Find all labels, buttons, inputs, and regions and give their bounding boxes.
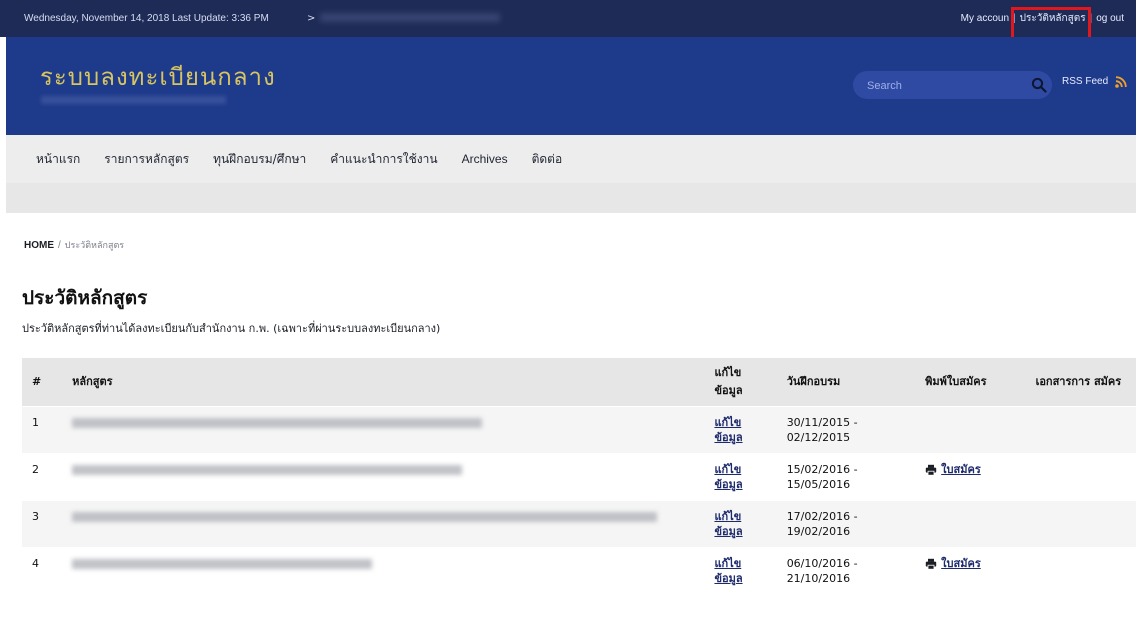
page-title: ประวัติหลักสูตร (22, 287, 148, 309)
edit-link[interactable]: แก้ไข ข้อมูล (714, 463, 742, 491)
course-name-redacted (62, 406, 705, 454)
user-links: My accoun | ประวัติหลักสูตร | og out (961, 0, 1124, 37)
course-name-redacted (62, 453, 705, 501)
header-print: พิมพ์ใบสมัคร (915, 358, 1026, 407)
table-row: 3 แก้ไข ข้อมูล 17/02/2016 - 19/02/2016 (22, 500, 1136, 548)
documents-cell (1025, 406, 1136, 454)
table-header-row: # หลักสูตร แก้ไข ข้อมูล วันฝึกอบรม พิมพ์… (22, 358, 1136, 407)
table-row: 1 แก้ไข ข้อมูล 30/11/2015 - 02/12/2015 (22, 406, 1136, 454)
nav-item-scholarships[interactable]: ทุนฝึกอบรม/ศึกษา (201, 150, 318, 169)
my-account-link[interactable]: My accoun (961, 13, 1009, 24)
edit-link[interactable]: แก้ไข ข้อมูล (714, 510, 742, 538)
row-number: 1 (22, 406, 63, 454)
row-number: 3 (22, 500, 63, 548)
header-date: วันฝึกอบรม (776, 358, 916, 407)
search-box (853, 71, 1052, 99)
topbar-arrow: > (307, 13, 316, 24)
user-links-separator: | (1013, 13, 1016, 24)
header-documents: เอกสารการ สมัคร (1025, 358, 1136, 407)
nav-items: หน้าแรก รายการหลักสูตร ทุนฝึกอบรม/ศึกษา … (36, 135, 574, 183)
header-course: หลักสูตร (62, 358, 705, 407)
site-header: ระบบลงทะเบียนกลาง RSS Feed (6, 37, 1136, 135)
nav-item-courses[interactable]: รายการหลักสูตร (92, 150, 201, 169)
site-subtitle-redacted (41, 96, 226, 104)
page-description: ประวัติหลักสูตรที่ท่านได้ลงทะเบียนกับสำน… (22, 322, 441, 335)
last-update-text: Wednesday, November 14, 2018 Last Update… (24, 13, 269, 24)
training-dates: 06/10/2016 - 21/10/2016 (776, 547, 916, 594)
rss-feed-link[interactable]: RSS Feed (1062, 74, 1128, 90)
main-nav: หน้าแรก รายการหลักสูตร ทุนฝึกอบรม/ศึกษา … (6, 135, 1136, 183)
nav-item-guide[interactable]: คำแนะนำการใช้งาน (318, 150, 449, 169)
user-links-separator: | (1089, 13, 1093, 24)
print-cell: ใบสมัคร (915, 453, 1026, 501)
print-cell (915, 406, 1026, 454)
edit-link[interactable]: แก้ไข ข้อมูล (714, 416, 742, 444)
course-history-table: # หลักสูตร แก้ไข ข้อมูล วันฝึกอบรม พิมพ์… (22, 358, 1136, 594)
nav-item-home[interactable]: หน้าแรก (36, 150, 92, 169)
print-cell (915, 500, 1026, 548)
course-name-redacted (62, 547, 705, 594)
course-name-redacted (62, 500, 705, 548)
training-dates: 15/02/2016 - 15/05/2016 (776, 453, 916, 501)
row-number: 4 (22, 547, 63, 594)
top-bar: Wednesday, November 14, 2018 Last Update… (0, 0, 1136, 37)
edit-link[interactable]: แก้ไข ข้อมูล (714, 557, 742, 585)
breadcrumb-home[interactable]: HOME (24, 240, 54, 251)
training-dates: 17/02/2016 - 19/02/2016 (776, 500, 916, 548)
documents-cell (1025, 500, 1136, 548)
logout-link[interactable]: og out (1096, 13, 1124, 24)
nav-item-archives[interactable]: Archives (450, 152, 520, 166)
documents-cell (1025, 547, 1136, 594)
row-number: 2 (22, 453, 63, 501)
printer-icon (925, 464, 937, 476)
header-num: # (22, 358, 63, 407)
history-link[interactable]: ประวัติหลักสูตร (1020, 11, 1086, 26)
table-row: 2 แก้ไข ข้อมูล 15/02/2016 - 15/05/2016 ใ… (22, 453, 1136, 501)
print-application-label[interactable]: ใบสมัคร (941, 556, 981, 571)
site-title[interactable]: ระบบลงทะเบียนกลาง (40, 57, 276, 96)
breadcrumb: HOME / ประวัติหลักสูตร (24, 238, 124, 252)
documents-cell (1025, 453, 1136, 501)
print-application-link[interactable]: ใบสมัคร (925, 556, 1015, 571)
printer-icon (925, 558, 937, 570)
table-row: 4 แก้ไข ข้อมูล 06/10/2016 - 21/10/2016 ใ… (22, 547, 1136, 594)
breadcrumb-current: ประวัติหลักสูตร (64, 240, 125, 250)
subnav-bar (6, 183, 1136, 213)
rss-feed-label: RSS Feed (1062, 76, 1109, 87)
print-application-label[interactable]: ใบสมัคร (941, 462, 981, 477)
nav-item-contact[interactable]: ติดต่อ (520, 150, 575, 169)
header-edit: แก้ไข ข้อมูล (704, 358, 777, 407)
rss-icon (1115, 76, 1127, 88)
search-input[interactable] (865, 77, 1019, 95)
breadcrumb-separator: / (58, 240, 61, 251)
print-cell: ใบสมัคร (915, 547, 1026, 594)
redacted-text (320, 13, 500, 22)
search-icon[interactable] (1031, 77, 1047, 93)
training-dates: 30/11/2015 - 02/12/2015 (776, 406, 916, 454)
print-application-link[interactable]: ใบสมัคร (925, 462, 1015, 477)
